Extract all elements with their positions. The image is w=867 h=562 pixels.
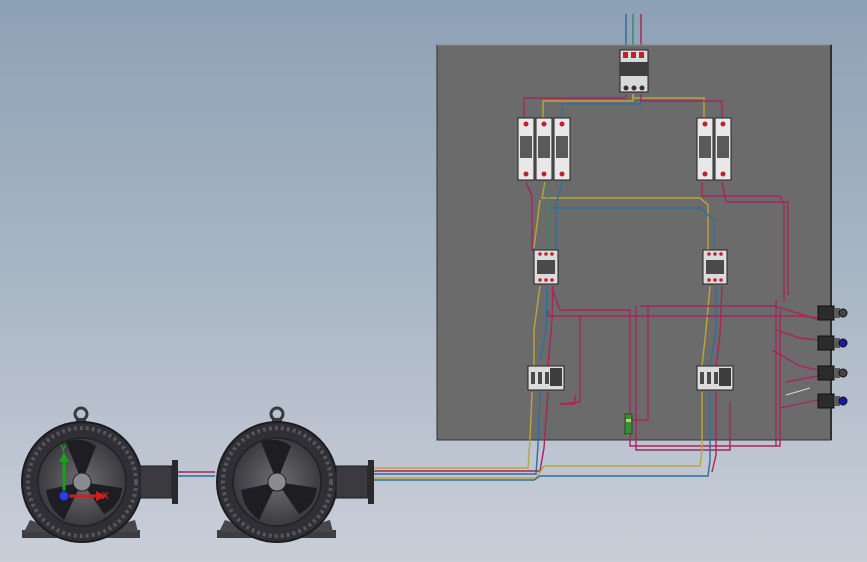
x-axis-label: X [102,491,109,502]
fuse-holder [553,117,571,181]
fuse-holder [714,117,732,181]
contactor-right[interactable] [702,249,728,285]
motor-left[interactable] [21,406,178,543]
overload-relay-left[interactable] [527,365,565,391]
fuse-group-left[interactable] [517,117,571,181]
electrical-assembly-drawing: Y X [21,14,848,543]
push-button-2 [817,335,848,351]
main-breaker[interactable] [619,49,649,93]
push-button-3 [817,365,848,381]
terminal-block[interactable] [624,413,633,435]
push-button-1 [817,305,848,321]
motor-right[interactable] [216,406,374,543]
y-axis-label: Y [60,444,67,455]
fuse-holder [517,117,535,181]
fuse-holder [696,117,714,181]
overload-relay-right[interactable] [696,365,734,391]
fuse-holder [535,117,553,181]
z-axis-dot [58,490,70,502]
push-button-4 [817,393,848,409]
cad-viewport[interactable]: Y X [0,0,867,562]
contactor-left[interactable] [533,249,559,285]
